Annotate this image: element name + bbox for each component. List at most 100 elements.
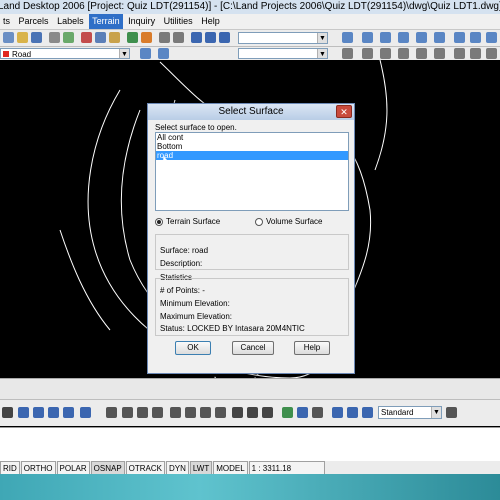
open-icon[interactable] <box>17 32 28 43</box>
menu-item-parcels[interactable]: Parcels <box>16 14 52 29</box>
dim-icon-18[interactable] <box>282 407 293 418</box>
layer-color-swatch <box>3 51 9 57</box>
terrain-surface-label: Terrain Surface <box>166 217 221 226</box>
dim-icon-10[interactable] <box>152 407 163 418</box>
desktop-background <box>0 474 500 500</box>
layer-states-icon[interactable] <box>158 48 169 59</box>
view-icon-9[interactable] <box>486 32 497 43</box>
volume-surface-label: Volume Surface <box>266 217 323 226</box>
view-icon-2[interactable] <box>362 32 373 43</box>
menu-item-terrain[interactable]: Terrain <box>89 14 123 29</box>
dim-icon-16[interactable] <box>247 407 258 418</box>
chevron-down-icon[interactable]: ▼ <box>119 49 129 58</box>
view-icon-4[interactable] <box>398 32 409 43</box>
list-item-bottom[interactable]: Bottom <box>156 142 348 151</box>
surface-listbox[interactable]: All cont Bottom road <box>155 132 349 211</box>
dim-icon-11[interactable] <box>170 407 181 418</box>
command-line[interactable] <box>0 427 500 462</box>
pan-icon[interactable] <box>191 32 202 43</box>
dim-icon-23[interactable] <box>362 407 373 418</box>
menu-item-inquiry[interactable]: Inquiry <box>125 14 158 29</box>
chevron-down-icon[interactable]: ▼ <box>431 407 441 418</box>
chevron-down-icon[interactable]: ▼ <box>317 49 327 58</box>
view-combo[interactable]: ▼ <box>238 32 328 44</box>
window-title: Land Desktop 2006 [Project: Quiz LDT(291… <box>0 1 500 12</box>
properties-icon-1[interactable] <box>342 48 353 59</box>
dim-icon-9[interactable] <box>137 407 148 418</box>
view-icon-7[interactable] <box>454 32 465 43</box>
dim-icon-21[interactable] <box>332 407 343 418</box>
dim-icon-2[interactable] <box>18 407 29 418</box>
zoom-icon[interactable] <box>205 32 216 43</box>
standard-toolbar: ▼ <box>0 30 500 47</box>
menu-item-help[interactable]: Help <box>198 14 223 29</box>
status-label: Status: LOCKED BY Intasara 20M4NTIC <box>160 324 305 333</box>
layer-previous-icon[interactable] <box>140 48 151 59</box>
help-button[interactable]: Help <box>294 341 330 355</box>
properties-icon-2[interactable] <box>362 48 373 59</box>
cut-icon[interactable] <box>81 32 92 43</box>
dim-icon-8[interactable] <box>122 407 133 418</box>
menu-item-utilities[interactable]: Utilities <box>161 14 196 29</box>
match-properties-icon[interactable] <box>127 32 138 43</box>
dim-icon-19[interactable] <box>297 407 308 418</box>
properties-icon-6[interactable] <box>434 48 445 59</box>
undo-icon[interactable] <box>159 32 170 43</box>
properties-icon-4[interactable] <box>398 48 409 59</box>
redo-icon[interactable] <box>173 32 184 43</box>
zoom-previous-icon[interactable] <box>219 32 230 43</box>
layer-combo[interactable]: Road ▼ <box>0 48 130 59</box>
new-icon[interactable] <box>3 32 14 43</box>
close-icon[interactable]: ✕ <box>336 105 352 118</box>
dim-icon-22[interactable] <box>347 407 358 418</box>
dim-icon-14[interactable] <box>215 407 226 418</box>
dim-icon-5[interactable] <box>63 407 74 418</box>
select-surface-dialog: Select Surface ✕ Select surface to open.… <box>147 103 355 374</box>
view-icon-6[interactable] <box>434 32 445 43</box>
dim-icon-12[interactable] <box>185 407 196 418</box>
dim-icon-4[interactable] <box>48 407 59 418</box>
bylayer-combo[interactable]: ▼ <box>238 48 328 59</box>
dim-icon-1[interactable] <box>2 407 13 418</box>
properties-icon-8[interactable] <box>470 48 481 59</box>
properties-icon-9[interactable] <box>486 48 497 59</box>
window-title-bar: Land Desktop 2006 [Project: Quiz LDT(291… <box>0 0 500 14</box>
layer-name: Road <box>12 50 32 59</box>
properties-icon-5[interactable] <box>416 48 427 59</box>
block-editor-icon[interactable] <box>141 32 152 43</box>
dim-icon-7[interactable] <box>106 407 117 418</box>
view-icon-8[interactable] <box>470 32 481 43</box>
copy-icon[interactable] <box>95 32 106 43</box>
print-icon[interactable] <box>49 32 60 43</box>
dim-icon-3[interactable] <box>33 407 44 418</box>
properties-icon-7[interactable] <box>454 48 465 59</box>
paste-icon[interactable] <box>109 32 120 43</box>
dim-icon-17[interactable] <box>262 407 273 418</box>
points-count-label: # of Points: - <box>160 286 205 295</box>
list-item-road[interactable]: road <box>156 151 348 160</box>
preview-icon[interactable] <box>63 32 74 43</box>
ok-button[interactable]: OK <box>175 341 211 355</box>
menu-item-labels[interactable]: Labels <box>54 14 87 29</box>
volume-surface-radio[interactable] <box>255 218 263 226</box>
view-icon-1[interactable] <box>342 32 353 43</box>
dim-icon-13[interactable] <box>200 407 211 418</box>
save-icon[interactable] <box>31 32 42 43</box>
properties-icon-3[interactable] <box>380 48 391 59</box>
cancel-button[interactable]: Cancel <box>232 341 274 355</box>
contour-line <box>59 229 111 331</box>
menu-item-ts[interactable]: ts <box>0 14 13 29</box>
list-item-all-cont[interactable]: All cont <box>156 133 348 142</box>
dimension-toolbar: Standard ▼ <box>0 399 500 426</box>
max-elevation-label: Maximum Elevation: <box>160 312 233 321</box>
dimstyle-combo[interactable]: Standard ▼ <box>378 406 442 419</box>
dim-icon-20[interactable] <box>312 407 323 418</box>
view-icon-3[interactable] <box>380 32 391 43</box>
dim-icon-6[interactable] <box>80 407 91 418</box>
terrain-surface-radio[interactable] <box>155 218 163 226</box>
dimstyle-manager-icon[interactable] <box>446 407 457 418</box>
dim-icon-15[interactable] <box>232 407 243 418</box>
view-icon-5[interactable] <box>416 32 427 43</box>
drawing-tabs-strip <box>0 378 500 400</box>
chevron-down-icon[interactable]: ▼ <box>317 33 327 43</box>
